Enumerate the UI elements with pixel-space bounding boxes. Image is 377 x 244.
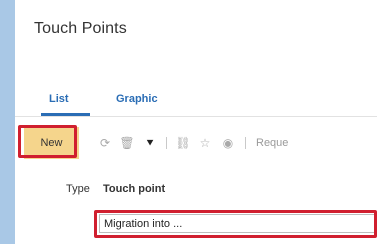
refresh-icon[interactable]: ⟳ — [97, 135, 113, 151]
watch-add-icon[interactable]: ◉ — [220, 135, 236, 151]
delete-icon[interactable]: 🗑 — [119, 135, 135, 151]
link-icon[interactable]: ⛓ — [175, 135, 191, 151]
request-label[interactable]: Reque — [256, 137, 288, 149]
tab-list[interactable]: List — [49, 93, 69, 105]
page-title: Touch Points — [34, 20, 127, 37]
hierarchy-icon[interactable]: ⯆ — [142, 135, 158, 151]
column-header-touch-point: Touch point — [103, 183, 166, 195]
touch-point-input-highlight — [94, 210, 377, 238]
tab-divider — [15, 116, 377, 117]
toolbar-separator — [166, 137, 167, 149]
toolbar-separator — [245, 137, 246, 149]
toolbar: New ⟳ 🗑 ⯆ ⛓ ☆ ◉ Reque — [15, 118, 377, 172]
favorite-add-icon[interactable]: ☆ — [197, 135, 213, 151]
column-header-type: Type — [66, 183, 90, 195]
new-button-highlight — [18, 125, 77, 158]
touch-points-panel: Touch Points List Graphic New ⟳ 🗑 ⯆ ⛓ ☆ … — [15, 0, 377, 244]
tab-graphic[interactable]: Graphic — [116, 93, 158, 105]
